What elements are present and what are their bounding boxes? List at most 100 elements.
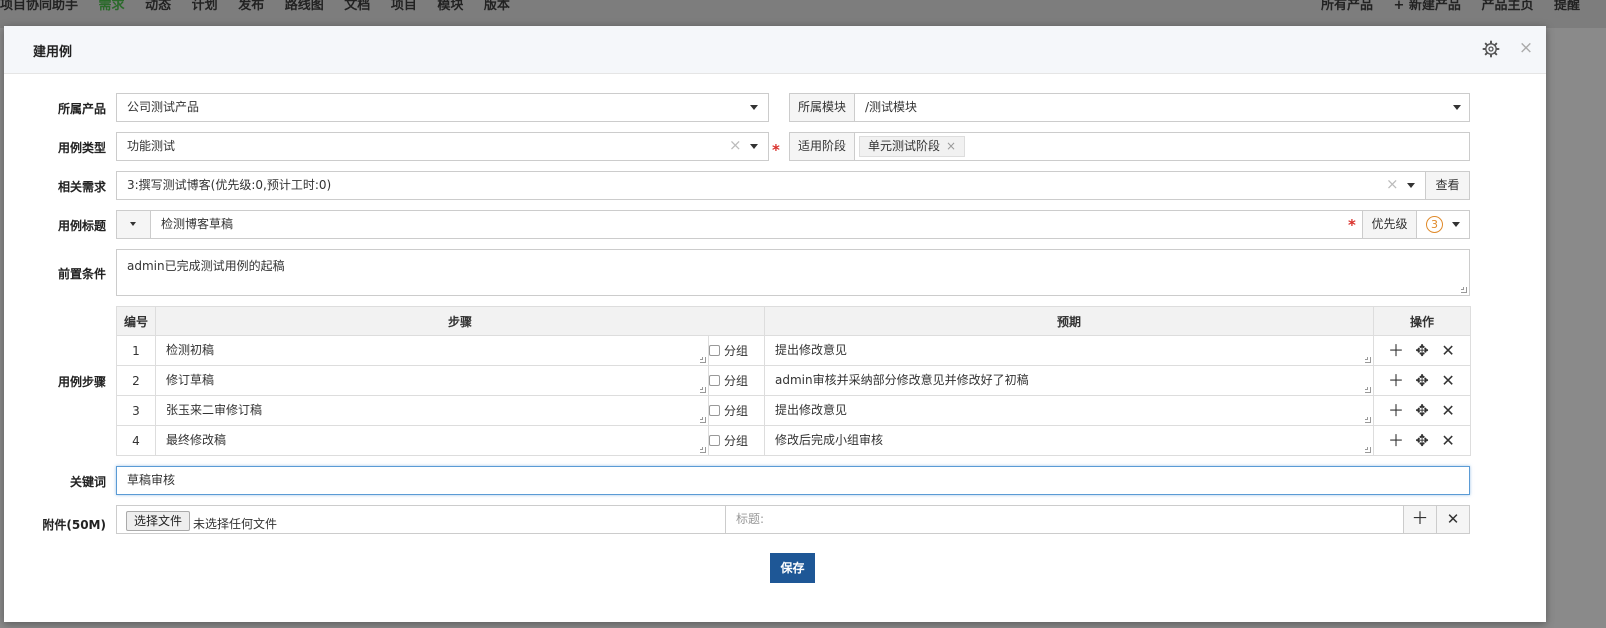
- group-toggle[interactable]: 分组: [707, 395, 766, 426]
- stage-chip-label: 单元测试阶段: [868, 139, 941, 153]
- product-select[interactable]: 公司测试产品: [116, 93, 769, 122]
- story-value: 3:撰写测试博客(优先级:0,预计工时:0): [127, 178, 332, 192]
- nav-item[interactable]: 需求: [99, 0, 125, 13]
- step-textarea[interactable]: 修订草稿: [156, 366, 708, 395]
- attachment-label: 附件(50M): [42, 518, 106, 532]
- clear-icon[interactable]: ×: [1386, 177, 1399, 192]
- title-color-dropdown[interactable]: [116, 210, 151, 239]
- nav-item[interactable]: 产品主页: [1481, 0, 1533, 13]
- save-button[interactable]: 保存: [770, 553, 815, 583]
- add-attachment-icon[interactable]: ＋: [1403, 505, 1437, 534]
- resize-handle-icon[interactable]: [1461, 287, 1467, 293]
- resize-handle-icon[interactable]: [700, 447, 706, 453]
- resize-handle-icon[interactable]: [1365, 417, 1372, 423]
- choose-file-button[interactable]: 选择文件: [126, 511, 191, 531]
- gear-icon[interactable]: [1481, 39, 1501, 59]
- case-type-select[interactable]: 功能测试: [116, 132, 769, 161]
- expect-text: 修改后完成小组审核: [775, 433, 884, 447]
- expect-textarea[interactable]: 提出修改意见: [765, 396, 1373, 425]
- product-value: 公司测试产品: [127, 100, 200, 114]
- nav-item[interactable]: 模块: [437, 0, 463, 13]
- chevron-down-icon[interactable]: [750, 144, 758, 149]
- move-step-icon[interactable]: ✥: [1412, 432, 1432, 449]
- step-cell[interactable]: 检测初稿: [155, 335, 709, 366]
- module-select[interactable]: /测试模块: [854, 93, 1470, 122]
- chevron-down-icon[interactable]: [1407, 183, 1415, 188]
- nav-item[interactable]: + 新建产品: [1393, 0, 1460, 13]
- group-toggle[interactable]: 分组: [707, 425, 766, 456]
- expect-textarea[interactable]: admin审核并采纳部分修改意见并修改好了初稿: [765, 366, 1373, 395]
- required-mark: *: [772, 141, 780, 159]
- group-toggle[interactable]: 分组: [707, 365, 766, 396]
- expect-cell[interactable]: admin审核并采纳部分修改意见并修改好了初稿: [764, 365, 1375, 396]
- expect-cell[interactable]: 修改后完成小组审核: [764, 425, 1375, 456]
- story-select[interactable]: 3:撰写测试博客(优先级:0,预计工时:0): [116, 171, 1426, 200]
- remove-attachment-icon[interactable]: ✕: [1436, 505, 1470, 534]
- create-case-modal: 建用例 × 所属产品 公司测试产品 所属模块 /测试模块 用例类型 功能测试 ×…: [4, 26, 1546, 622]
- add-step-icon[interactable]: ＋: [1386, 402, 1406, 419]
- remove-chip-icon[interactable]: ×: [946, 139, 956, 153]
- nav-item[interactable]: 项目协同助手: [0, 0, 78, 13]
- nav-item[interactable]: 版本: [484, 0, 510, 13]
- group-toggle[interactable]: 分组: [707, 335, 766, 366]
- move-step-icon[interactable]: ✥: [1412, 342, 1432, 359]
- expect-cell[interactable]: 提出修改意见: [764, 335, 1375, 366]
- add-step-icon[interactable]: ＋: [1386, 372, 1406, 389]
- resize-handle-icon[interactable]: [700, 357, 706, 363]
- expect-cell[interactable]: 提出修改意见: [764, 395, 1375, 426]
- close-icon[interactable]: ×: [1516, 39, 1536, 59]
- expect-textarea[interactable]: 提出修改意见: [765, 336, 1373, 365]
- row-actions: ＋ ✥ ✕: [1373, 395, 1472, 426]
- move-step-icon[interactable]: ✥: [1412, 372, 1432, 389]
- keywords-input[interactable]: 草稿审核: [116, 466, 1470, 495]
- group-checkbox[interactable]: [709, 345, 720, 356]
- nav-item[interactable]: 计划: [192, 0, 218, 13]
- delete-step-icon[interactable]: ✕: [1438, 402, 1458, 419]
- chevron-down-icon[interactable]: [750, 105, 758, 110]
- priority-select[interactable]: 3: [1416, 210, 1470, 239]
- nav-item[interactable]: 发布: [238, 0, 264, 13]
- stage-chip[interactable]: 单元测试阶段 ×: [859, 136, 966, 157]
- add-step-icon[interactable]: ＋: [1386, 432, 1406, 449]
- row-actions: ＋ ✥ ✕: [1373, 335, 1472, 366]
- table-row: 4 最终修改稿 分组 修改后完成小组审核 ＋ ✥ ✕: [116, 425, 1472, 456]
- step-cell[interactable]: 修订草稿: [155, 365, 709, 396]
- expect-text: 提出修改意见: [775, 403, 848, 417]
- group-checkbox[interactable]: [709, 435, 720, 446]
- add-step-icon[interactable]: ＋: [1386, 342, 1406, 359]
- resize-handle-icon[interactable]: [1365, 447, 1372, 453]
- move-step-icon[interactable]: ✥: [1412, 402, 1432, 419]
- chevron-down-icon[interactable]: [1453, 105, 1461, 110]
- title-input[interactable]: 检测博客草稿: [150, 210, 1363, 239]
- precondition-textarea[interactable]: admin已完成测试用例的起稿: [116, 249, 1470, 296]
- delete-step-icon[interactable]: ✕: [1438, 372, 1458, 389]
- step-textarea[interactable]: 张玉来二审修订稿: [156, 396, 708, 425]
- group-checkbox[interactable]: [709, 375, 720, 386]
- precondition-value: admin已完成测试用例的起稿: [127, 259, 285, 273]
- table-row: 2 修订草稿 分组 admin审核并采纳部分修改意见并修改好了初稿 ＋ ✥ ✕: [116, 365, 1472, 396]
- step-cell[interactable]: 张玉来二审修订稿: [155, 395, 709, 426]
- nav-item[interactable]: 动态: [145, 0, 171, 13]
- delete-step-icon[interactable]: ✕: [1438, 432, 1458, 449]
- nav-item[interactable]: 路线图: [285, 0, 324, 13]
- steps-table: 编号 步骤 预期 操作 1 检测初稿 分组 提出修改意见 ＋ ✥ ✕ 2 修订草稿 …: [116, 306, 1472, 456]
- nav-item[interactable]: 项目: [391, 0, 417, 13]
- resize-handle-icon[interactable]: [700, 417, 706, 423]
- attachment-title-input[interactable]: 标题:: [725, 505, 1404, 534]
- resize-handle-icon[interactable]: [1365, 387, 1372, 393]
- resize-handle-icon[interactable]: [700, 387, 706, 393]
- view-story-button[interactable]: 查看: [1425, 171, 1470, 200]
- step-textarea[interactable]: 检测初稿: [156, 336, 708, 365]
- group-checkbox[interactable]: [709, 405, 720, 416]
- resize-handle-icon[interactable]: [1365, 357, 1372, 363]
- required-mark: *: [1348, 216, 1356, 234]
- nav-item[interactable]: 文档: [344, 0, 370, 13]
- step-textarea[interactable]: 最终修改稿: [156, 426, 708, 455]
- step-cell[interactable]: 最终修改稿: [155, 425, 709, 456]
- delete-step-icon[interactable]: ✕: [1438, 342, 1458, 359]
- clear-icon[interactable]: ×: [729, 138, 742, 153]
- nav-item[interactable]: 提醒: [1554, 0, 1580, 13]
- nav-item[interactable]: 所有产品: [1321, 0, 1373, 13]
- step-num: 4: [116, 425, 156, 456]
- expect-textarea[interactable]: 修改后完成小组审核: [765, 426, 1373, 455]
